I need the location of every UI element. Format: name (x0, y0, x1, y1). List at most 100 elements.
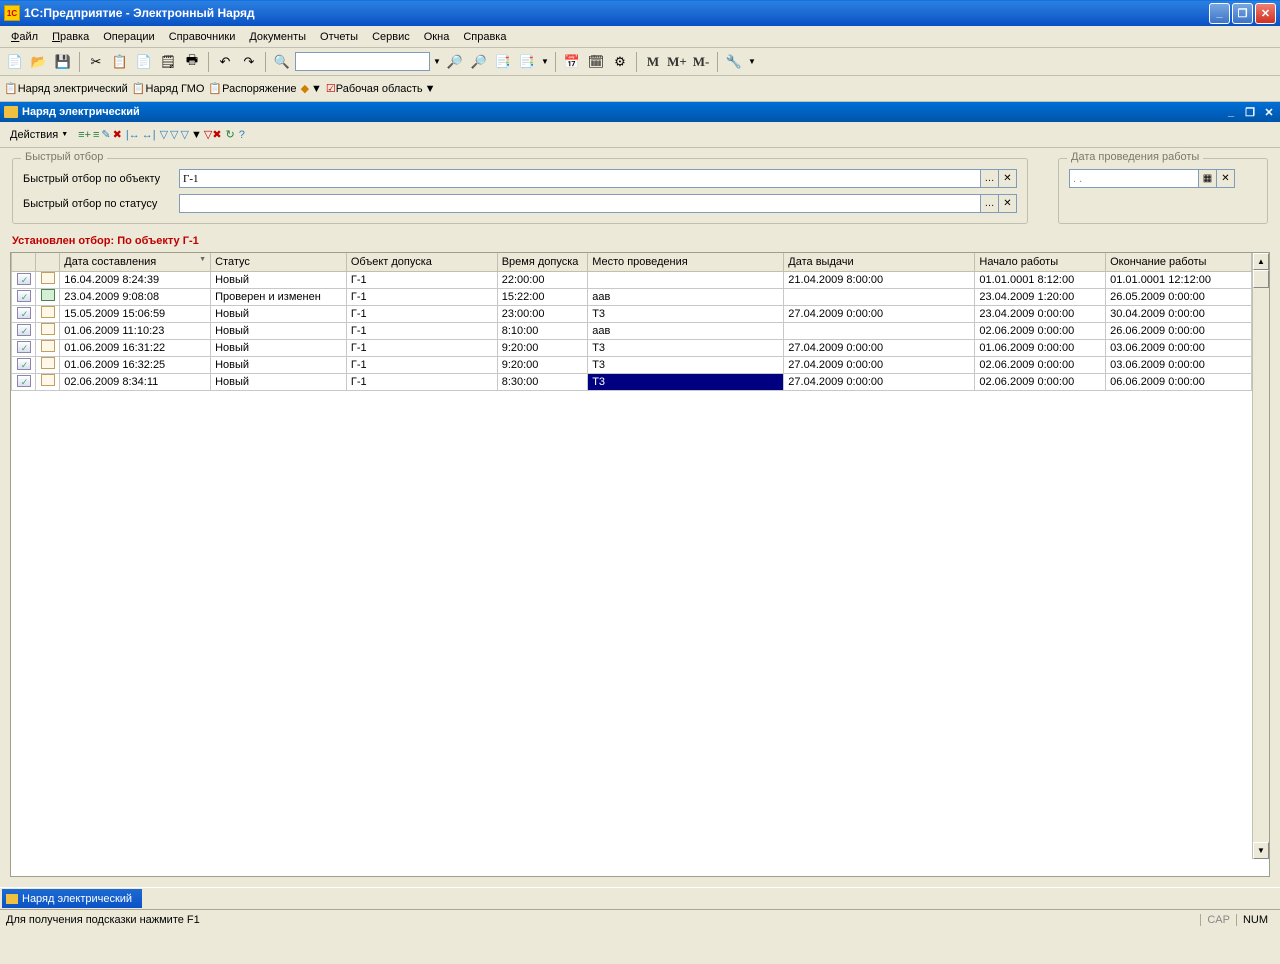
cell[interactable]: 27.04.2009 0:00:00 (784, 339, 975, 356)
table-row[interactable]: 01.06.2009 16:31:22НовыйГ-19:20:00Т327.0… (12, 339, 1252, 356)
minimize-button[interactable]: _ (1209, 3, 1230, 24)
redo-icon[interactable]: ↷ (238, 51, 260, 73)
row-icon-cell[interactable] (36, 373, 60, 390)
scroll-thumb[interactable] (1253, 270, 1269, 288)
column-header[interactable]: Объект допуска (346, 253, 497, 271)
date-clear-button[interactable]: ✕ (1217, 169, 1235, 188)
cell[interactable]: 01.06.2009 16:31:22 (60, 339, 211, 356)
cell[interactable]: Г-1 (346, 288, 497, 305)
cell[interactable]: Т3 (588, 373, 784, 390)
cell[interactable]: 03.06.2009 0:00:00 (1106, 339, 1252, 356)
cell[interactable]: 8:10:00 (497, 322, 588, 339)
cell[interactable]: Новый (211, 373, 347, 390)
column-header[interactable]: Начало работы (975, 253, 1106, 271)
cell[interactable]: 02.06.2009 0:00:00 (975, 356, 1106, 373)
clipboard-icon[interactable]: 🗒 (157, 51, 179, 73)
table-row[interactable]: 23.04.2009 9:08:08Проверен и измененГ-11… (12, 288, 1252, 305)
tools-icon[interactable]: 🔧 (723, 51, 745, 73)
column-header[interactable] (36, 253, 60, 271)
undo-icon[interactable]: ↶ (214, 51, 236, 73)
menu-documents[interactable]: Документы (242, 28, 313, 46)
cell[interactable]: 02.06.2009 0:00:00 (975, 322, 1106, 339)
find-prev-icon[interactable]: 🔎 (468, 51, 490, 73)
maximize-button[interactable]: ❐ (1232, 3, 1253, 24)
column-header[interactable]: Окончание работы (1106, 253, 1252, 271)
new-doc-icon[interactable]: 📄 (4, 51, 26, 73)
filter-object-select-button[interactable]: … (981, 169, 999, 188)
cell[interactable]: 30.04.2009 0:00:00 (1106, 305, 1252, 322)
workspace-dropdown[interactable]: ▼ (425, 83, 436, 95)
filter-off-icon[interactable]: ▽ (181, 128, 189, 141)
cell[interactable]: 8:30:00 (497, 373, 588, 390)
interval-begin-icon[interactable]: |↔ (126, 129, 140, 141)
menu-edit[interactable]: Правка (45, 28, 96, 46)
cell[interactable]: Т3 (588, 305, 784, 322)
cell[interactable] (588, 271, 784, 288)
search-dropdown[interactable]: ▼ (432, 51, 442, 73)
row-icon-cell[interactable] (12, 322, 36, 339)
cell[interactable]: Г-1 (346, 356, 497, 373)
cell[interactable]: 21.04.2009 8:00:00 (784, 271, 975, 288)
gmo-order-button[interactable]: 📋Наряд ГМО (132, 82, 205, 95)
row-icon-cell[interactable] (36, 271, 60, 288)
menu-file[interactable]: Файл (4, 28, 45, 46)
sub-close-button[interactable]: ✕ (1261, 105, 1277, 119)
column-header[interactable] (12, 253, 36, 271)
cell[interactable]: 15:22:00 (497, 288, 588, 305)
cell[interactable]: 23.04.2009 9:08:08 (60, 288, 211, 305)
row-icon-cell[interactable] (12, 356, 36, 373)
scroll-down-button[interactable]: ▼ (1253, 842, 1269, 859)
goto-icon[interactable]: 📑 (516, 51, 538, 73)
row-icon-cell[interactable] (36, 305, 60, 322)
sub-minimize-button[interactable]: _ (1223, 105, 1239, 119)
layers-dropdown[interactable]: ▼ (311, 83, 322, 95)
cell[interactable]: 03.06.2009 0:00:00 (1106, 356, 1252, 373)
column-header[interactable]: Дата составления (60, 253, 211, 271)
find-icon[interactable]: 🔍 (271, 51, 293, 73)
menu-help[interactable]: Справка (456, 28, 513, 46)
row-icon-cell[interactable] (12, 288, 36, 305)
cell[interactable]: 9:20:00 (497, 339, 588, 356)
cell[interactable]: Г-1 (346, 322, 497, 339)
cell[interactable]: аав (588, 288, 784, 305)
sub-restore-button[interactable]: ❐ (1242, 105, 1258, 119)
replace-icon[interactable]: 📑 (492, 51, 514, 73)
cell[interactable]: аав (588, 322, 784, 339)
menu-directories[interactable]: Справочники (162, 28, 243, 46)
m-button[interactable]: M (642, 51, 664, 73)
find-next-icon[interactable]: 🔎 (444, 51, 466, 73)
save-icon[interactable]: 💾 (52, 51, 74, 73)
row-icon-cell[interactable] (36, 322, 60, 339)
menu-windows[interactable]: Окна (417, 28, 457, 46)
cell[interactable]: 02.06.2009 8:34:11 (60, 373, 211, 390)
m-minus-button[interactable]: M- (690, 51, 712, 73)
cell[interactable]: 27.04.2009 0:00:00 (784, 356, 975, 373)
calendar-icon[interactable]: 📅 (561, 51, 583, 73)
cell[interactable]: 23.04.2009 1:20:00 (975, 288, 1106, 305)
cell[interactable]: Т3 (588, 339, 784, 356)
filter-by-status-input[interactable] (179, 194, 981, 213)
add-icon[interactable]: ≡+ (78, 129, 91, 141)
filter-object-clear-button[interactable]: ✕ (999, 169, 1017, 188)
filter-by-icon[interactable]: ▽ (170, 128, 178, 141)
row-icon-cell[interactable] (36, 356, 60, 373)
cell[interactable]: 01.06.2009 0:00:00 (975, 339, 1106, 356)
cell[interactable]: 15.05.2009 15:06:59 (60, 305, 211, 322)
electric-order-button[interactable]: 📋Наряд электрический (4, 82, 128, 95)
paste-icon[interactable]: 📄 (133, 51, 155, 73)
menu-service[interactable]: Сервис (365, 28, 417, 46)
cell[interactable]: Г-1 (346, 339, 497, 356)
actions-button[interactable]: Действия (4, 125, 74, 145)
column-header[interactable]: Статус (211, 253, 347, 271)
cell[interactable]: 01.01.0001 8:12:00 (975, 271, 1106, 288)
cell[interactable]: Проверен и изменен (211, 288, 347, 305)
search-input[interactable] (295, 52, 430, 71)
cell[interactable]: Новый (211, 305, 347, 322)
scroll-up-button[interactable]: ▲ (1253, 253, 1269, 270)
work-date-input[interactable]: . . (1069, 169, 1199, 188)
cell[interactable]: Новый (211, 339, 347, 356)
filter-clear-icon[interactable]: ▽✖ (204, 128, 222, 141)
column-header[interactable]: Дата выдачи (784, 253, 975, 271)
filter-icon[interactable]: ▽ (160, 128, 168, 141)
help-icon[interactable]: ? (239, 129, 245, 141)
